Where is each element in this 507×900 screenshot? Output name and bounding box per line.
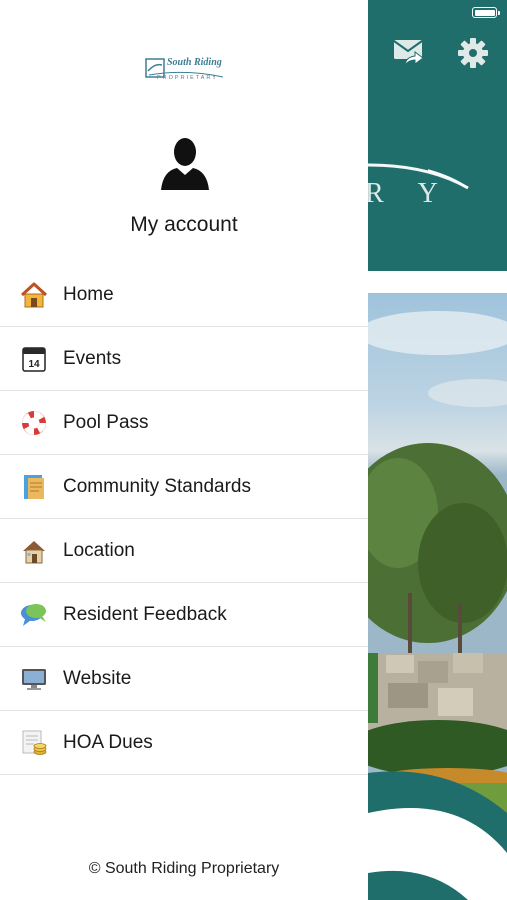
menu-item-label: Community Standards xyxy=(63,475,251,497)
mail-forward-icon[interactable] xyxy=(393,38,425,66)
menu-item-pool-pass[interactable]: Pool Pass xyxy=(0,391,368,455)
menu-item-hoa-dues[interactable]: HOA Dues xyxy=(0,711,368,775)
community-photo xyxy=(368,311,507,900)
south-riding-logo: South Riding PROPRIETARY xyxy=(145,55,227,85)
logo-subtitle: PROPRIETARY xyxy=(157,75,218,81)
menu-item-website[interactable]: Website xyxy=(0,647,368,711)
navigation-drawer: South Riding PROPRIETARY My account Home xyxy=(0,0,368,900)
monitor-icon xyxy=(19,664,49,694)
header-logo-letters: R Y xyxy=(365,178,452,209)
lifebuoy-icon xyxy=(19,408,49,438)
background-gap xyxy=(368,271,507,293)
menu-item-community-standards[interactable]: Community Standards xyxy=(0,455,368,519)
menu-item-resident-feedback[interactable]: Resident Feedback xyxy=(0,583,368,647)
menu-item-home[interactable]: Home xyxy=(0,263,368,327)
svg-text:14: 14 xyxy=(28,359,40,370)
menu-item-events[interactable]: 14 Events xyxy=(0,327,368,391)
menu-item-label: Website xyxy=(63,667,132,689)
menu-item-label: Events xyxy=(63,347,122,369)
calendar-icon: 14 xyxy=(19,344,49,374)
chat-bubbles-icon xyxy=(19,600,49,630)
my-account-link[interactable]: My account xyxy=(0,213,368,237)
menu-item-location[interactable]: Location xyxy=(0,519,368,583)
menu-item-label: Pool Pass xyxy=(63,411,149,433)
menu-item-label: Location xyxy=(63,539,135,561)
document-icon xyxy=(19,472,49,502)
location-house-icon xyxy=(19,536,49,566)
menu-item-label: HOA Dues xyxy=(63,731,153,753)
battery-icon xyxy=(472,7,500,18)
house-icon xyxy=(19,280,49,310)
menu-item-label: Resident Feedback xyxy=(63,603,227,625)
background-photo xyxy=(368,293,507,900)
menu-item-label: Home xyxy=(63,283,114,305)
gear-icon[interactable] xyxy=(457,37,489,69)
logo-name: South Riding xyxy=(167,57,222,68)
avatar-icon[interactable] xyxy=(159,135,211,191)
bill-coins-icon xyxy=(19,728,49,758)
drawer-menu: Home 14 Events Pool Pass Community Stand… xyxy=(0,263,368,775)
copyright-footer: © South Riding Proprietary xyxy=(88,860,280,877)
